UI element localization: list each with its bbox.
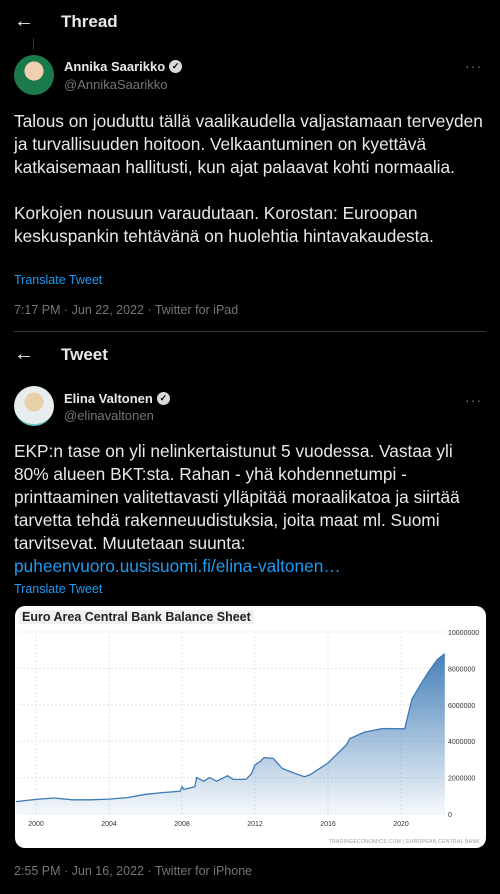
x-tick-label: 2012 [247,821,263,828]
chart-source: TRADINGECONOMICS.COM | EUROPEAN CENTRAL … [328,839,480,845]
translate-link[interactable]: Translate Tweet [14,582,102,596]
y-tick-label: 0 [448,812,452,819]
y-tick-label: 2000000 [448,776,475,783]
avatar[interactable] [14,386,54,426]
x-tick-label: 2004 [101,821,117,828]
y-tick-label: 10000000 [448,630,479,637]
y-tick-label: 6000000 [448,703,475,710]
x-tick-label: 2016 [320,821,336,828]
divider [14,331,486,332]
chart-image[interactable]: 10000000 8000000 6000000 4000000 2000000 0 200… [15,606,486,848]
author-name[interactable]: Elina Valtonen ✓ [64,391,170,406]
tweet-paragraph: Talous on jouduttu tällä vaalikaudella v… [14,111,483,177]
balance-sheet-chart: 10000000 8000000 6000000 4000000 2000000 0 200… [15,630,479,828]
article-link[interactable]: puheenvuoro.uusisuomi.fi/elina-valtonen… [14,556,341,576]
y-tick-label: 8000000 [448,666,475,673]
x-tick-label: 2000 [28,821,44,828]
x-tick-label: 2020 [393,821,409,828]
series-area [15,653,445,814]
avatar[interactable] [14,55,54,95]
more-options-icon[interactable]: ··· [465,392,482,408]
thread-line [33,38,34,50]
more-options-icon[interactable]: ··· [465,58,482,74]
verified-icon: ✓ [156,392,170,405]
tweet-text: Talous on jouduttu tällä vaalikaudella v… [14,110,490,248]
tweet-text: EKP:n tase on yli nelinkertaistunut 5 vu… [14,441,460,576]
verified-icon: ✓ [169,60,183,73]
page-title: Thread [61,12,118,31]
chart-title: Euro Area Central Bank Balance Sheet [19,610,254,624]
tweet-paragraph: Korkojen nousuun varaudutaan. Korostan: … [14,203,434,246]
arrow-left-icon[interactable]: ← [14,10,34,33]
translate-link[interactable]: Translate Tweet [14,273,102,287]
x-tick-label: 2008 [174,821,190,828]
page-title: Tweet [61,345,108,364]
author-handle[interactable]: @AnnikaSaarikko [64,77,168,92]
tweet-meta: 7:17 PM · Jun 22, 2022 · Twitter for iPa… [14,303,239,317]
author-handle[interactable]: @elinavaltonen [64,408,154,423]
y-tick-label: 4000000 [448,739,475,746]
tweet-meta: 2:55 PM · Jun 16, 2022 · Twitter for iPh… [14,864,253,878]
arrow-left-icon[interactable]: ← [14,343,34,366]
author-name[interactable]: Annika Saarikko ✓ [64,59,183,74]
